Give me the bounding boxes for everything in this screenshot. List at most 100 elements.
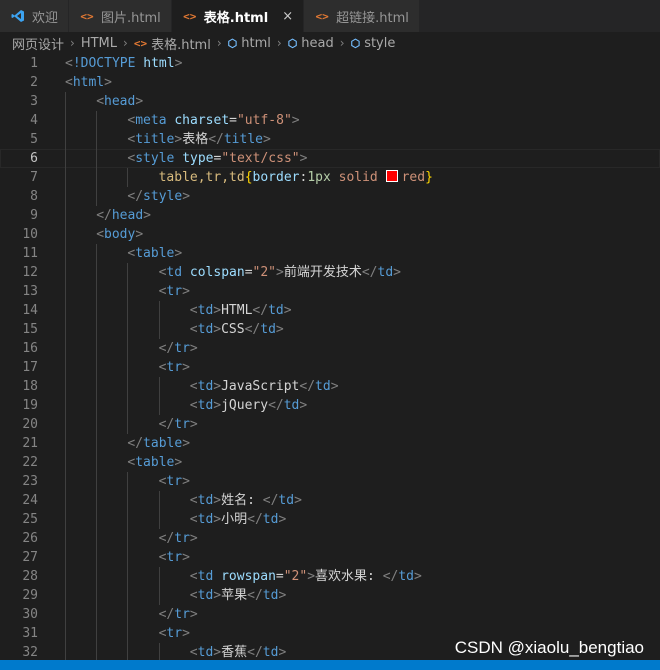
indent-guide <box>96 282 98 301</box>
indent-guide <box>96 415 98 434</box>
code-line[interactable]: 27 <tr> <box>0 548 660 567</box>
code-token: !DOCTYPE <box>72 56 144 71</box>
code-token: solid <box>330 170 386 185</box>
code-line[interactable]: 10 <body> <box>0 225 660 244</box>
code-line[interactable]: 29 <td>苹果</td> <box>0 586 660 605</box>
code-token: > <box>174 246 183 261</box>
code-line[interactable]: 26 </tr> <box>0 529 660 548</box>
code-line[interactable]: 16 </tr> <box>0 339 660 358</box>
line-number: 10 <box>22 227 38 242</box>
indent-guide <box>96 149 98 168</box>
code-token: td <box>398 569 415 584</box>
code-line[interactable]: 5 <title>表格</title> <box>0 130 660 149</box>
code-line[interactable]: 8 </style> <box>0 187 660 206</box>
indent-guide <box>96 320 98 339</box>
code-token: = <box>275 569 284 584</box>
color-swatch-icon[interactable] <box>385 170 398 182</box>
tab-hyperlink-html[interactable]: <> 超链接.html <box>304 0 420 32</box>
indent-guide <box>96 339 98 358</box>
code-text: <td>HTML</td> <box>190 301 292 320</box>
line-number: 31 <box>22 626 38 641</box>
line-number: 23 <box>22 474 38 489</box>
line-number: 29 <box>22 588 38 603</box>
code-token: </ <box>158 531 175 546</box>
code-line[interactable]: 7 table,tr,td{border:1px solid red} <box>0 168 660 187</box>
code-line[interactable]: 9 </head> <box>0 206 660 225</box>
code-line[interactable]: 28 <td rowspan="2">喜欢水果: </td> <box>0 567 660 586</box>
code-token: "2" <box>252 265 277 280</box>
line-number: 22 <box>22 455 38 470</box>
element-cube-icon: ⬡ <box>227 36 238 50</box>
indent-guide <box>96 358 98 377</box>
code-token: > <box>174 132 183 147</box>
code-token: td <box>197 322 214 337</box>
code-token: > <box>278 588 287 603</box>
code-line[interactable]: 23 <tr> <box>0 472 660 491</box>
breadcrumb-item-element[interactable]: head <box>301 36 333 51</box>
indent-guide <box>127 510 129 529</box>
indent-guide <box>158 586 160 605</box>
code-line[interactable]: 17 <tr> <box>0 358 660 377</box>
code-line[interactable]: 19 <td>jQuery</td> <box>0 396 660 415</box>
breadcrumb-item-folder[interactable]: 网页设计 <box>12 34 64 53</box>
code-token: </ <box>252 303 269 318</box>
code-line[interactable]: 30 </tr> <box>0 605 660 624</box>
code-token: </ <box>158 341 175 356</box>
tab-label: 表格.html <box>203 10 269 26</box>
indent-guide <box>96 263 98 282</box>
tab-image-html[interactable]: <> 图片.html <box>69 0 172 32</box>
breadcrumb-item-element[interactable]: style <box>364 36 395 51</box>
code-line[interactable]: 21 </table> <box>0 434 660 453</box>
indent-guide <box>96 529 98 548</box>
code-token: title <box>223 132 263 147</box>
code-token: < <box>189 322 198 337</box>
code-line[interactable]: 25 <td>小明</td> <box>0 510 660 529</box>
code-line[interactable]: 22 <table> <box>0 453 660 472</box>
code-token: html <box>72 75 105 90</box>
code-line[interactable]: 20 </tr> <box>0 415 660 434</box>
code-line[interactable]: 18 <td>JavaScript</td> <box>0 377 660 396</box>
code-token: body <box>104 227 136 242</box>
indent-guide <box>96 244 98 263</box>
code-line[interactable]: 15 <td>CSS</td> <box>0 320 660 339</box>
breadcrumb-item-folder[interactable]: HTML <box>81 36 117 51</box>
code-line[interactable]: 4 <meta charset="utf-8"> <box>0 111 660 130</box>
breadcrumb-item-element[interactable]: html <box>241 36 271 51</box>
code-token: > <box>143 208 151 223</box>
line-number: 32 <box>22 645 38 660</box>
code-editor[interactable]: 1 <!DOCTYPE html> 2 <html> 3 <head> 4 <meta cha… <box>0 54 660 660</box>
indent-guide <box>127 263 129 282</box>
code-line[interactable]: 6 <style type="text/css"> <box>0 149 660 168</box>
code-token: < <box>96 227 105 242</box>
indent-guide <box>96 643 98 660</box>
code-token: table <box>143 436 183 451</box>
line-number: 17 <box>22 360 38 375</box>
tab-table-html[interactable]: <> 表格.html × <box>171 0 305 32</box>
tab-welcome[interactable]: 欢迎 <box>0 0 70 32</box>
code-line[interactable]: 14 <td>HTML</td> <box>0 301 660 320</box>
code-token: { <box>244 170 253 185</box>
breadcrumb-item-file[interactable]: 表格.html <box>151 34 211 53</box>
indent-guide <box>65 377 66 396</box>
indent-guide <box>65 339 66 358</box>
line-number: 8 <box>30 189 38 204</box>
code-text: <td colspan="2">前端开发技术</td> <box>159 263 401 282</box>
code-line[interactable]: 2 <html> <box>0 73 660 92</box>
line-number: 3 <box>30 94 38 109</box>
indent-guide <box>65 567 66 586</box>
close-icon[interactable]: × <box>282 9 293 24</box>
code-line[interactable]: 1 <!DOCTYPE html> <box>0 54 660 73</box>
code-line[interactable]: 3 <head> <box>0 92 660 111</box>
indent-guide <box>65 510 66 529</box>
code-line[interactable]: 11 <table> <box>0 244 660 263</box>
code-line[interactable]: 12 <td colspan="2">前端开发技术</td> <box>0 263 660 282</box>
status-bar <box>0 660 660 670</box>
code-token: td <box>197 379 214 394</box>
code-token: < <box>189 645 198 660</box>
code-token: 前端开发技术 <box>283 265 362 280</box>
code-line[interactable]: 24 <td>姓名: </td> <box>0 491 660 510</box>
code-token: > <box>174 56 183 71</box>
code-line[interactable]: 13 <tr> <box>0 282 660 301</box>
chevron-right-icon: › <box>123 36 128 50</box>
code-token: HTML <box>221 303 253 318</box>
